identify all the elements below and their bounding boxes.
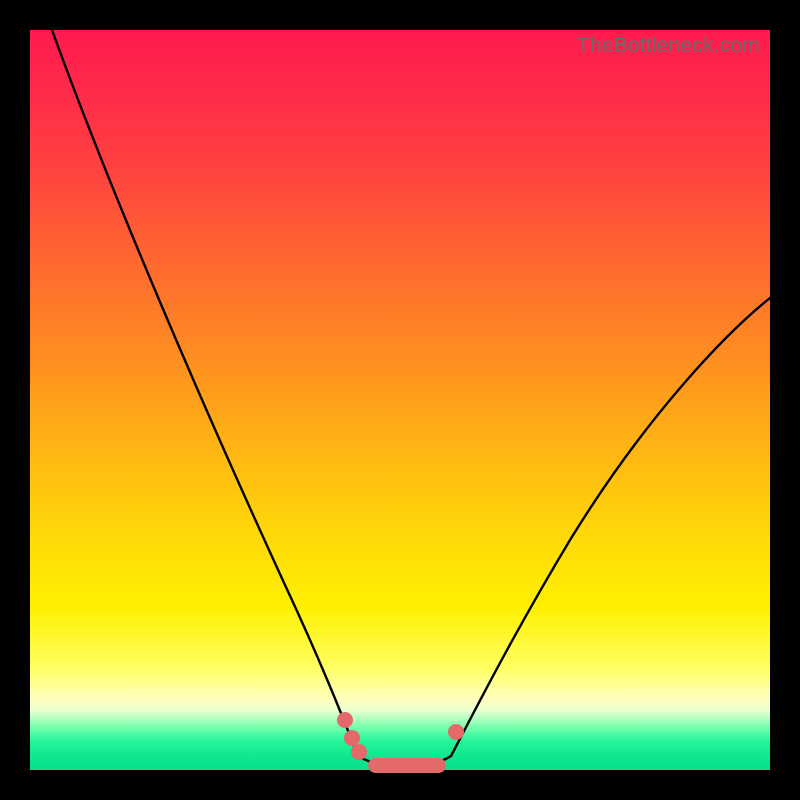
marker-pill: [368, 758, 446, 773]
curve-layer: [30, 30, 770, 770]
chart-frame: TheBottleneck.com: [0, 0, 800, 800]
marker-dot: [448, 724, 464, 740]
marker-dot: [351, 744, 367, 760]
curve-right-branch: [451, 298, 770, 756]
heat-gradient-plot: TheBottleneck.com: [30, 30, 770, 770]
curve-left-branch: [52, 30, 358, 756]
marker-dot: [337, 712, 353, 728]
marker-dot: [344, 730, 360, 746]
